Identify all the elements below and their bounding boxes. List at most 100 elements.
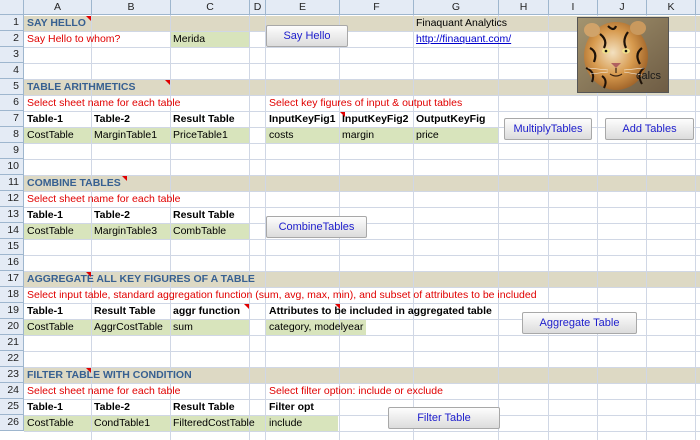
- row-header[interactable]: 5: [0, 79, 24, 95]
- column-header-h[interactable]: H: [499, 0, 549, 15]
- arith-value-inputkey2[interactable]: margin: [339, 127, 414, 143]
- combine-header-table2: Table-2: [94, 209, 130, 221]
- aggregate-value-attributes[interactable]: category, modelyear: [266, 319, 414, 335]
- section-title-aggregate: AGGREGATE ALL KEY FIGURES OF A TABLE: [27, 273, 255, 285]
- section-title-filter: FILTER TABLE WITH CONDITION: [27, 369, 192, 381]
- company-url-link[interactable]: http://finaquant.com/: [413, 31, 573, 47]
- aggregate-header-attributes: Attributes to be included in aggregated …: [269, 305, 492, 317]
- filter-header-table1: Table-1: [27, 401, 63, 413]
- arith-value-outputkey[interactable]: price: [413, 127, 499, 143]
- column-header-g[interactable]: G: [414, 0, 499, 15]
- row-header[interactable]: 8: [0, 127, 24, 143]
- filter-instruction-sheet: Select sheet name for each table: [27, 385, 181, 397]
- aggregate-header-result: Result Table: [94, 305, 156, 317]
- row-header[interactable]: 24: [0, 383, 24, 399]
- arith-header-table1: Table-1: [27, 113, 63, 125]
- row-header[interactable]: 21: [0, 335, 24, 351]
- row-header[interactable]: 18: [0, 287, 24, 303]
- row-header[interactable]: 23: [0, 367, 24, 383]
- column-header-b[interactable]: B: [92, 0, 171, 15]
- arith-value-table2[interactable]: MarginTable1: [91, 127, 171, 143]
- arith-value-result[interactable]: PriceTable1: [170, 127, 250, 143]
- spreadsheet: A B C D E F G H I J K 1 2 3 4 5 6 7 8 9 …: [0, 0, 700, 440]
- multiply-tables-button[interactable]: MultiplyTables: [504, 118, 592, 140]
- row-header[interactable]: 3: [0, 47, 24, 63]
- combine-value-table2[interactable]: MarginTable3: [91, 223, 171, 239]
- filter-value-table2[interactable]: CondTable1: [91, 415, 171, 431]
- add-tables-button[interactable]: Add Tables: [605, 118, 694, 140]
- row-header[interactable]: 19: [0, 303, 24, 319]
- section-title-table-arithmetics: TABLE ARITHMETICS: [27, 81, 136, 93]
- filter-value-table1[interactable]: CostTable: [24, 415, 92, 431]
- combine-instruction: Select sheet name for each table: [27, 193, 181, 205]
- column-header-c[interactable]: C: [171, 0, 250, 15]
- column-header-i[interactable]: I: [549, 0, 598, 15]
- filter-header-table2: Table-2: [94, 401, 130, 413]
- row-header[interactable]: 14: [0, 223, 24, 239]
- aggregate-header-function: aggr function: [173, 305, 241, 317]
- filter-instruction-option: Select filter option: include or exclude: [269, 385, 443, 397]
- row-header[interactable]: 13: [0, 207, 24, 223]
- column-header-e[interactable]: E: [266, 0, 340, 15]
- section-title-say-hello: SAY HELLO: [27, 17, 86, 29]
- combine-tables-button[interactable]: CombineTables: [266, 216, 367, 238]
- arith-value-table1[interactable]: CostTable: [24, 127, 92, 143]
- aggregate-value-result[interactable]: AggrCostTable: [91, 319, 171, 335]
- row-header[interactable]: 6: [0, 95, 24, 111]
- arith-instruction-sheet: Select sheet name for each table: [27, 97, 181, 109]
- arith-header-inputkey2: InputKeyFig2: [342, 113, 409, 125]
- comment-indicator-icon[interactable]: [165, 80, 170, 85]
- arith-instruction-keys: Select key figures of input & output tab…: [269, 97, 463, 109]
- arith-header-outputkey: OutputKeyFig: [416, 113, 486, 125]
- say-hello-name-cell[interactable]: Merida: [170, 31, 250, 47]
- aggregate-value-function[interactable]: sum: [170, 319, 250, 335]
- column-header-a[interactable]: A: [24, 0, 92, 15]
- comment-indicator-icon[interactable]: [86, 16, 91, 21]
- column-header-j[interactable]: J: [598, 0, 647, 15]
- row-header[interactable]: 22: [0, 351, 24, 367]
- comment-indicator-icon[interactable]: [244, 304, 249, 309]
- say-hello-prompt: Say Hello to whom?: [27, 33, 121, 45]
- filter-value-result[interactable]: FilteredCostTable: [170, 415, 266, 431]
- row-header[interactable]: 16: [0, 255, 24, 271]
- aggregate-table-button[interactable]: Aggregate Table: [522, 312, 637, 334]
- row-header[interactable]: 11: [0, 175, 24, 191]
- column-header-d[interactable]: D: [250, 0, 266, 15]
- combine-value-result[interactable]: CombTable: [170, 223, 250, 239]
- row-header[interactable]: 17: [0, 271, 24, 287]
- arith-value-inputkey1[interactable]: costs: [266, 127, 340, 143]
- comment-indicator-icon[interactable]: [122, 176, 127, 181]
- aggregate-instruction: Select input table, standard aggregation…: [27, 289, 537, 301]
- row-header[interactable]: 15: [0, 239, 24, 255]
- row-header[interactable]: 12: [0, 191, 24, 207]
- logo-caption: calcs: [636, 70, 662, 82]
- filter-value-option[interactable]: include: [266, 415, 340, 431]
- column-header-k[interactable]: K: [647, 0, 696, 15]
- row-header[interactable]: 2: [0, 31, 24, 47]
- row-header[interactable]: 1: [0, 15, 24, 31]
- select-all-corner[interactable]: [0, 0, 24, 15]
- row-header[interactable]: 20: [0, 319, 24, 335]
- comment-indicator-icon[interactable]: [340, 112, 345, 117]
- company-name: Finaquant Analytics: [416, 17, 508, 29]
- aggregate-value-table1[interactable]: CostTable: [24, 319, 92, 335]
- column-header-f[interactable]: F: [340, 0, 414, 15]
- column-header-overflow: [696, 0, 700, 15]
- aggregate-header-table1: Table-1: [27, 305, 63, 317]
- row-header[interactable]: 26: [0, 415, 24, 431]
- combine-header-table1: Table-1: [27, 209, 63, 221]
- row-header[interactable]: 25: [0, 399, 24, 415]
- row-header[interactable]: 7: [0, 111, 24, 127]
- row-header[interactable]: 4: [0, 63, 24, 79]
- comment-indicator-icon[interactable]: [86, 272, 91, 277]
- comment-indicator-icon[interactable]: [86, 368, 91, 373]
- row-header[interactable]: 9: [0, 143, 24, 159]
- arith-header-result: Result Table: [173, 113, 235, 125]
- say-hello-button[interactable]: Say Hello: [266, 25, 348, 47]
- combine-header-result: Result Table: [173, 209, 235, 221]
- combine-value-table1[interactable]: CostTable: [24, 223, 92, 239]
- row-header[interactable]: 10: [0, 159, 24, 175]
- filter-header-result: Result Table: [173, 401, 235, 413]
- filter-table-button[interactable]: Filter Table: [388, 407, 500, 429]
- comment-indicator-icon[interactable]: [335, 304, 340, 309]
